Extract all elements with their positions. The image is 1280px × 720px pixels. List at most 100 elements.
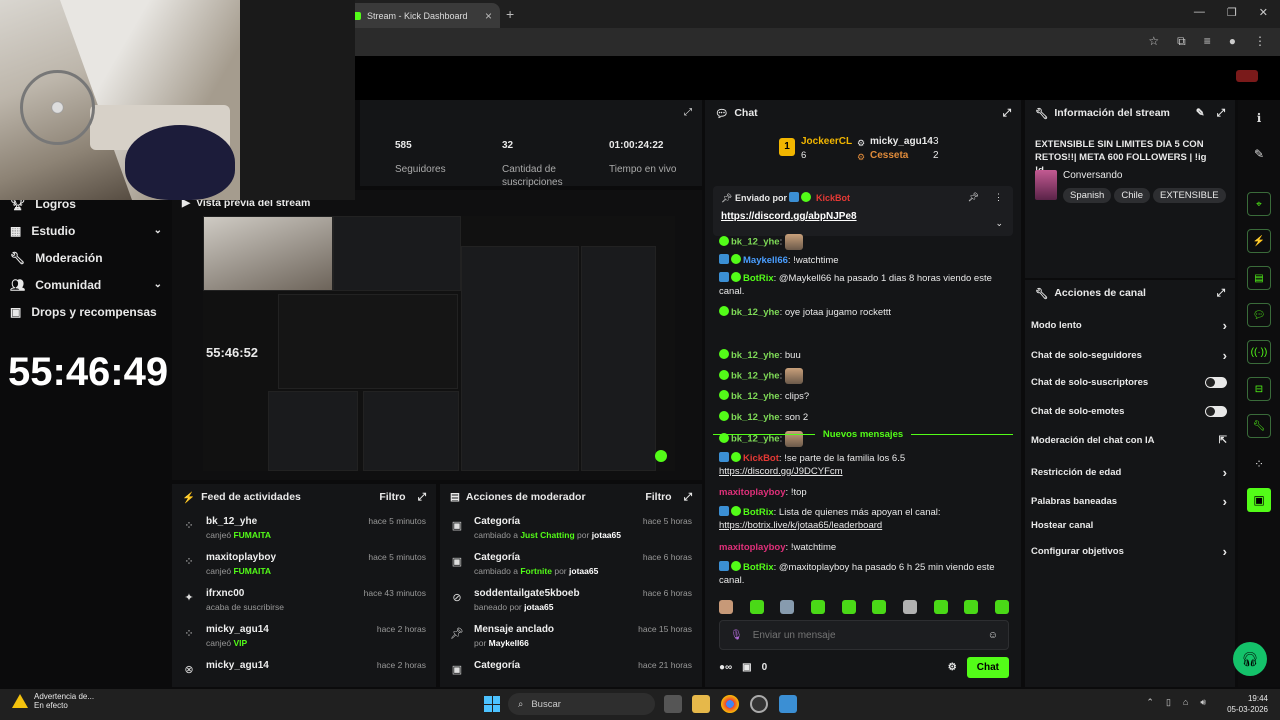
taskbar-search[interactable]: ⌕ Buscar <box>508 693 655 715</box>
emote-item[interactable] <box>994 600 1009 614</box>
feed-filter-button[interactable]: Filtro <box>379 491 405 503</box>
chat-input[interactable] <box>752 629 978 641</box>
chat-username[interactable]: maxitoplayboy <box>719 542 786 553</box>
sidebar-item-drops[interactable]: ▣ Drops y recompensas <box>0 298 172 325</box>
emote-item[interactable] <box>841 600 856 614</box>
chat-username[interactable]: Maykell66 <box>743 255 788 266</box>
sidebar-item-estudio[interactable]: ▦ Estudio ⌄ <box>0 217 172 244</box>
emote-item[interactable] <box>780 600 795 614</box>
mod-item[interactable]: ▣ Categoría cambiado a Just Chatting por j… <box>440 510 702 546</box>
feed-username[interactable]: micky_agu14 <box>206 660 367 671</box>
expand-icon[interactable]: ⤢ <box>1217 287 1225 300</box>
taskview-icon[interactable] <box>664 695 682 713</box>
chat-username[interactable]: KickBot <box>743 453 779 464</box>
channel-action-item[interactable]: Restricción de edad › <box>1031 465 1227 480</box>
emote-item[interactable] <box>872 600 887 614</box>
profile-icon[interactable]: ● <box>1229 34 1236 49</box>
bookmark-star-icon[interactable]: ☆ <box>1148 34 1159 49</box>
emote-item[interactable] <box>810 600 825 614</box>
stream-preview-video[interactable] <box>203 216 675 471</box>
menu-dots-icon[interactable]: ⋮ <box>1254 34 1266 49</box>
app-icon[interactable] <box>750 695 768 713</box>
help-headset-icon[interactable]: 🎧︎ <box>1233 642 1267 676</box>
mod-item[interactable]: ▣ Categoría cambiado a Fortnite por jotaa6… <box>440 546 702 582</box>
popout-icon[interactable]: ⤢ <box>1003 107 1011 120</box>
chat-username[interactable]: BotRix <box>743 507 774 518</box>
chat-username[interactable]: BotRix <box>743 562 774 573</box>
edit-pencil-icon[interactable]: ✎ <box>1196 107 1205 119</box>
expand-icon[interactable]: ⤢ <box>684 107 692 118</box>
more-options-icon[interactable]: ⋮ <box>994 192 1003 203</box>
emote-item[interactable] <box>749 600 764 614</box>
channel-action-item[interactable]: Chat de solo-emotes <box>1031 406 1227 417</box>
bolt-icon[interactable]: ⚡ <box>1247 229 1271 253</box>
emote-item[interactable] <box>902 600 917 614</box>
wrench-icon[interactable]: 🔧︎ <box>1247 414 1271 438</box>
settings-gear-icon[interactable]: ⚙︎ <box>948 662 957 673</box>
mod-item[interactable]: ▣ Categoría hace 21 horas <box>440 654 702 690</box>
file-explorer-icon[interactable] <box>692 695 710 713</box>
mod-item[interactable]: 📌︎ Mensaje anclado por Maykell66 hace 15 h… <box>440 618 702 654</box>
mod-filter-button[interactable]: Filtro <box>645 491 671 503</box>
gift-icon[interactable]: ▣ <box>742 662 751 673</box>
scan-icon[interactable]: ⌖ <box>1247 192 1271 216</box>
emote-item[interactable] <box>933 600 948 614</box>
toggle-switch[interactable] <box>1205 377 1227 388</box>
sidebar-item-comunidad[interactable]: 👥︎ Comunidad ⌄ <box>0 271 172 298</box>
tablet-icon[interactable]: ▯ <box>1166 697 1171 708</box>
expand-icon[interactable]: ⤢ <box>418 491 426 504</box>
top1-name[interactable]: JockeerCL <box>801 136 852 147</box>
mod-item[interactable]: ⊘ soddentailgate5kboeb baneado por jotaa65… <box>440 582 702 618</box>
feed-username[interactable]: ifrxnc00 <box>206 588 354 599</box>
chat-bubble-icon[interactable]: 💬︎ <box>1247 303 1271 327</box>
windows-start-icon[interactable] <box>484 696 500 712</box>
app-icon[interactable] <box>779 695 797 713</box>
feed-username[interactable]: micky_agu14 <box>206 624 367 635</box>
chrome-icon[interactable] <box>721 695 739 713</box>
top3-name[interactable]: Cesseta <box>870 150 908 161</box>
media-icon[interactable]: ≡ <box>1204 34 1211 49</box>
expand-icon[interactable]: ⤢ <box>1217 107 1225 120</box>
extensions-icon[interactable]: ⧉ <box>1177 34 1186 49</box>
channel-action-item[interactable]: Modo lento › <box>1031 318 1227 333</box>
chat-username[interactable]: BotRix <box>743 273 774 284</box>
channel-action-item[interactable]: Chat de solo-seguidores › <box>1031 348 1227 363</box>
new-tab-button[interactable]: + <box>506 6 514 22</box>
chat-username[interactable]: bk_12_yhe <box>731 350 780 361</box>
feed-item[interactable]: ⊗ micky_agu14 hace 2 horas <box>172 654 436 690</box>
warning-notification[interactable]: Advertencia de... En efecto <box>12 692 94 710</box>
document-icon[interactable]: ▤ <box>1247 266 1271 290</box>
emote-item[interactable] <box>719 600 733 614</box>
close-tab-icon[interactable]: × <box>485 9 492 23</box>
feed-username[interactable]: bk_12_yhe <box>206 516 358 527</box>
channel-action-item[interactable]: Palabras baneadas › <box>1031 494 1227 509</box>
chat-username[interactable]: maxitoplayboy <box>719 487 786 498</box>
feed-item[interactable]: ⁘ bk_12_yhe canjeó FUMAITA hace 5 minutos <box>172 510 436 546</box>
taskbar-clock[interactable]: 19:44 05-03-2026 <box>1227 693 1268 715</box>
emoji-icon[interactable]: ☺ <box>988 630 998 641</box>
maximize-button[interactable]: ❐ <box>1227 6 1237 19</box>
volume-icon[interactable]: 🔊︎ <box>1200 697 1206 708</box>
feed-username[interactable]: maxitoplayboy <box>206 552 358 563</box>
top2-name[interactable]: micky_agu14 <box>870 136 933 147</box>
channel-action-item[interactable]: Moderación del chat con IA ⇱ <box>1031 435 1227 446</box>
user-avatar[interactable] <box>1236 70 1258 82</box>
community-icon[interactable]: ⁘ <box>1247 452 1271 476</box>
chevron-up-icon[interactable]: ⌃ <box>1146 697 1154 708</box>
toggle-switch[interactable] <box>1205 406 1227 417</box>
kick-points-icon[interactable]: ●∞ <box>719 662 732 673</box>
edit-pencil-icon[interactable]: ✎ <box>1247 142 1271 166</box>
mic-icon[interactable]: 🎙︎ <box>730 630 743 641</box>
chat-username[interactable]: bk_12_yhe <box>731 391 780 402</box>
layout-icon[interactable]: ⊟ <box>1247 377 1271 401</box>
collapse-chevron-icon[interactable]: ⌄ <box>995 218 1003 229</box>
feed-item[interactable]: ⁘ maxitoplayboy canjeó FUMAITA hace 5 minut… <box>172 546 436 582</box>
close-window-button[interactable]: ✕ <box>1259 6 1268 19</box>
chat-username[interactable]: bk_12_yhe <box>731 412 780 423</box>
browser-tab[interactable]: Stream - Kick Dashboard × <box>345 3 500 28</box>
chat-link[interactable]: https://botrix.live/k/jotaa65/leaderboar… <box>719 520 882 531</box>
feed-item[interactable]: ⁘ micky_agu14 canjeó VIP hace 2 horas <box>172 618 436 654</box>
kick-add-icon[interactable]: ▣ <box>1247 488 1271 512</box>
info-icon[interactable]: ℹ <box>1247 106 1271 130</box>
minimize-button[interactable]: — <box>1194 6 1205 19</box>
